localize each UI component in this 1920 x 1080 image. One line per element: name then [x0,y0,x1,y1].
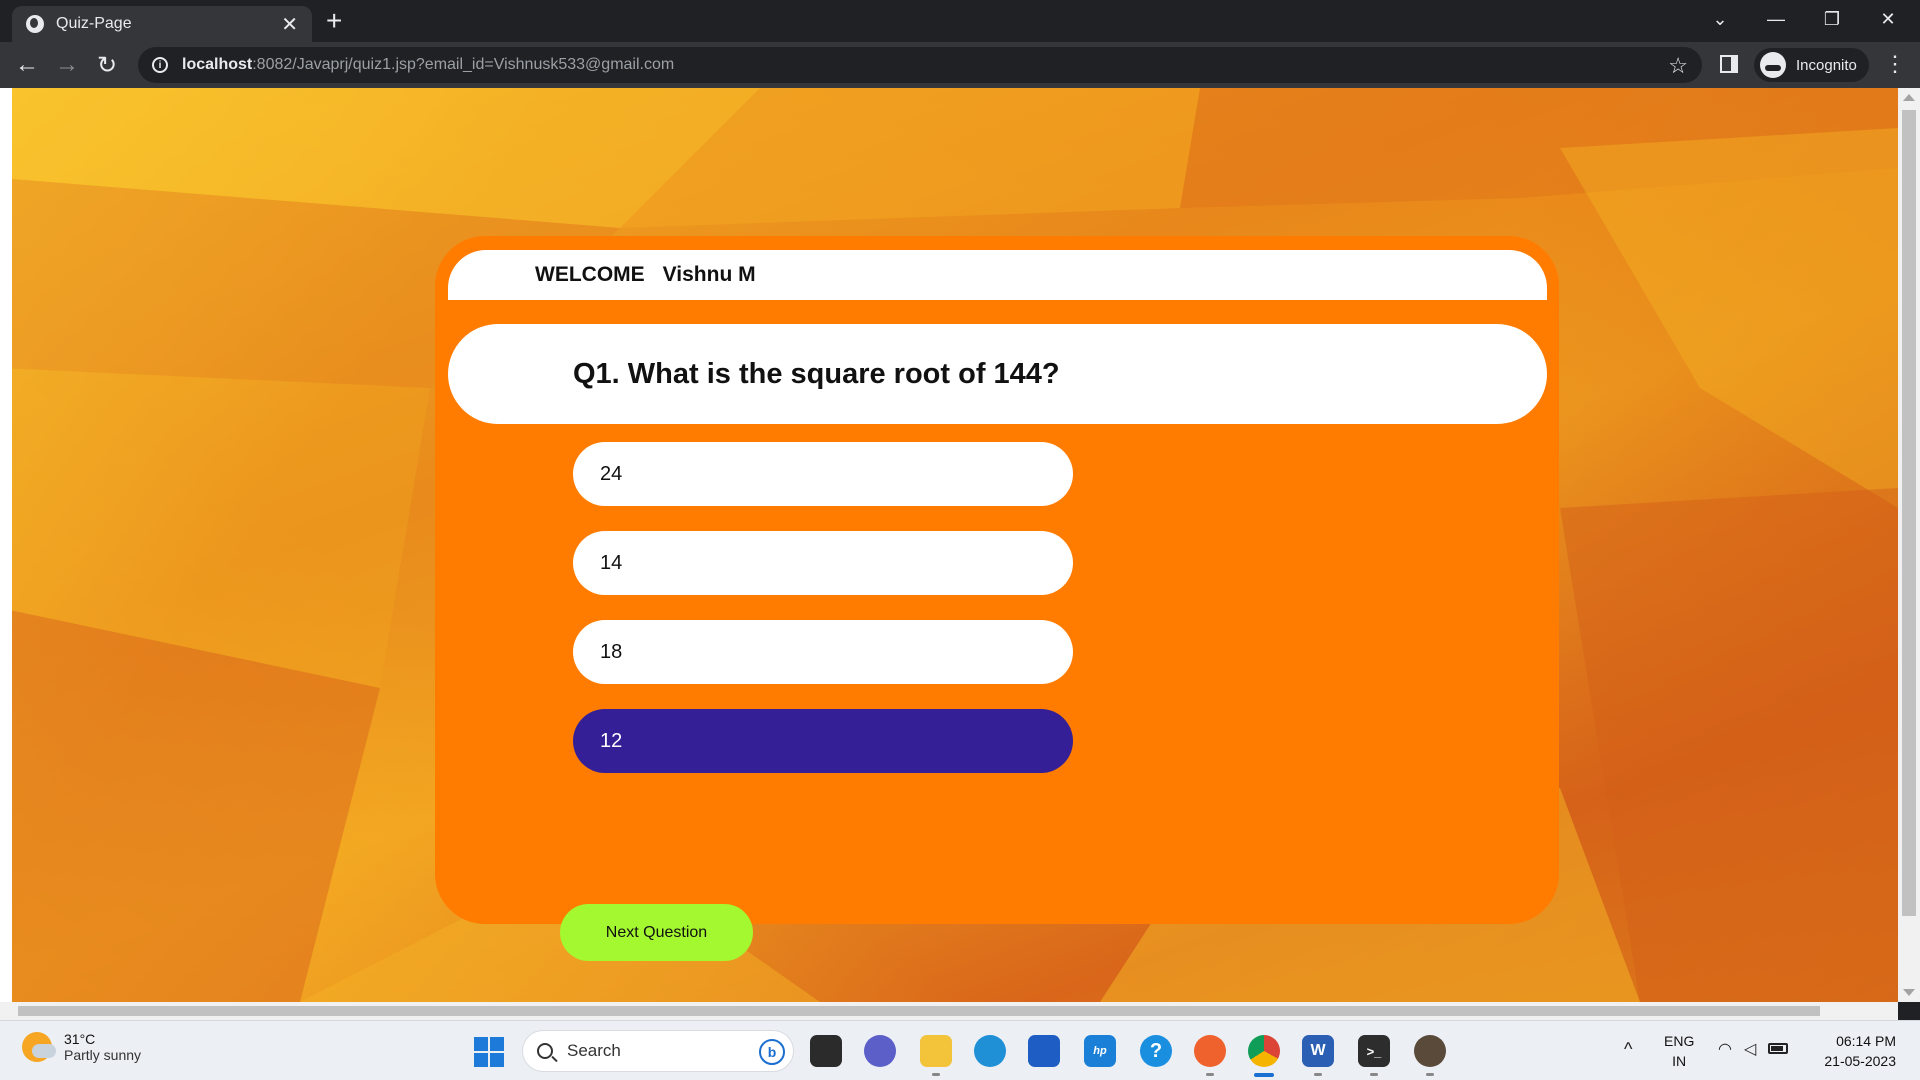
minimize-button[interactable]: — [1750,0,1802,38]
chrome-icon[interactable] [1248,1035,1280,1067]
clock-date: 21-05-2023 [1824,1053,1896,1069]
scroll-down-arrow-icon[interactable] [1903,989,1915,996]
weather-temperature: 31°C [64,1031,96,1047]
browser-menu-icon[interactable]: ⋮ [1884,52,1906,76]
tab-search-icon[interactable]: ⌄ [1694,0,1746,38]
search-icon [537,1043,553,1059]
show-hidden-icons-caret[interactable]: ^ [1624,1039,1632,1060]
url-path: :8082/Javaprj/quiz1.jsp?email_id=Vishnus… [252,56,675,73]
scroll-up-arrow-icon[interactable] [1903,94,1915,101]
edge-icon[interactable] [974,1035,1006,1067]
chrome-active-indicator [1254,1073,1274,1077]
bookmark-star-icon[interactable]: ☆ [1668,53,1688,79]
partly-sunny-icon [22,1032,56,1062]
vertical-scroll-thumb[interactable] [1902,110,1916,916]
welcome-header: WELCOME Vishnu M [448,250,1547,300]
app-badge-icon[interactable] [1414,1035,1446,1067]
get-help-icon[interactable]: ? [1140,1035,1172,1067]
answer-option-2[interactable]: 14 [573,531,1073,595]
bing-icon[interactable]: b [759,1039,785,1065]
user-name: Vishnu M [662,263,756,286]
page-left-edge [0,88,12,1002]
answer-option-3[interactable]: 18 [573,620,1073,684]
teams-chat-icon[interactable] [864,1035,896,1067]
language-code: ENG [1664,1033,1695,1049]
tab-title: Quiz-Page [56,15,132,32]
horizontal-scrollbar[interactable] [0,1002,1898,1020]
back-button[interactable]: ← [12,50,42,80]
microsoft-store-icon[interactable] [1028,1035,1060,1067]
close-window-button[interactable]: ✕ [1862,0,1914,38]
browser-tab[interactable]: Quiz-Page ✕ [12,6,312,42]
clock[interactable]: 06:14 PM 21-05-2023 [1816,1031,1896,1071]
word-icon[interactable]: W [1302,1035,1334,1067]
reload-button[interactable]: ↻ [92,50,122,80]
volume-icon[interactable]: ◁ [1744,1039,1756,1059]
tab-close-icon[interactable]: ✕ [281,12,298,37]
taskbar: 31°C Partly sunny Search b hp ? W >_ ^ E… [0,1020,1920,1080]
incognito-profile-button[interactable]: Incognito [1754,48,1869,82]
region-code: IN [1672,1053,1687,1069]
next-question-button[interactable]: Next Question [560,904,753,961]
vertical-scrollbar[interactable] [1898,88,1920,1002]
myhp-icon[interactable]: hp [1084,1035,1116,1067]
weather-condition: Partly sunny [64,1047,142,1063]
file-explorer-icon[interactable] [920,1035,952,1067]
new-tab-button[interactable]: + [326,6,342,36]
address-bar[interactable]: i localhost :8082/Javaprj/quiz1.jsp?emai… [138,47,1702,83]
system-tray[interactable]: ◠ ◁ [1718,1039,1789,1059]
language-indicator[interactable]: ENG IN [1664,1031,1694,1071]
terminal-icon[interactable]: >_ [1358,1035,1390,1067]
browser-tab-bar: Quiz-Page ✕ + ⌄ — ❐ ✕ [0,0,1920,42]
weather-widget[interactable]: 31°C Partly sunny [22,1031,141,1063]
answer-option-4-selected[interactable]: 12 [573,709,1073,773]
browser-toolbar: ← → ↻ i localhost :8082/Javaprj/quiz1.js… [0,42,1920,88]
firefox-icon[interactable] [1194,1035,1226,1067]
question-text: Q1. What is the square root of 144? [448,324,1547,424]
search-placeholder: Search [567,1041,621,1060]
globe-icon [26,15,44,33]
welcome-label: WELCOME [535,263,645,286]
quiz-card: WELCOME Vishnu M Q1. What is the square … [435,236,1559,961]
incognito-icon [1760,52,1786,78]
side-panel-icon[interactable] [1720,55,1738,73]
task-view-icon[interactable] [810,1035,842,1067]
windows-start-icon[interactable] [474,1037,504,1067]
clock-time: 06:14 PM [1836,1033,1896,1049]
site-info-icon[interactable]: i [152,57,168,73]
answer-option-1[interactable]: 24 [573,442,1073,506]
battery-icon[interactable] [1768,1043,1789,1054]
horizontal-scroll-thumb[interactable] [18,1006,1820,1016]
wifi-icon[interactable]: ◠ [1718,1039,1732,1059]
restore-button[interactable]: ❐ [1806,0,1858,38]
forward-button[interactable]: → [52,50,82,80]
url-host: localhost [182,56,253,73]
incognito-label: Incognito [1796,56,1857,74]
page-viewport: WELCOME Vishnu M Q1. What is the square … [0,88,1920,1002]
taskbar-search[interactable]: Search b [522,1030,794,1072]
